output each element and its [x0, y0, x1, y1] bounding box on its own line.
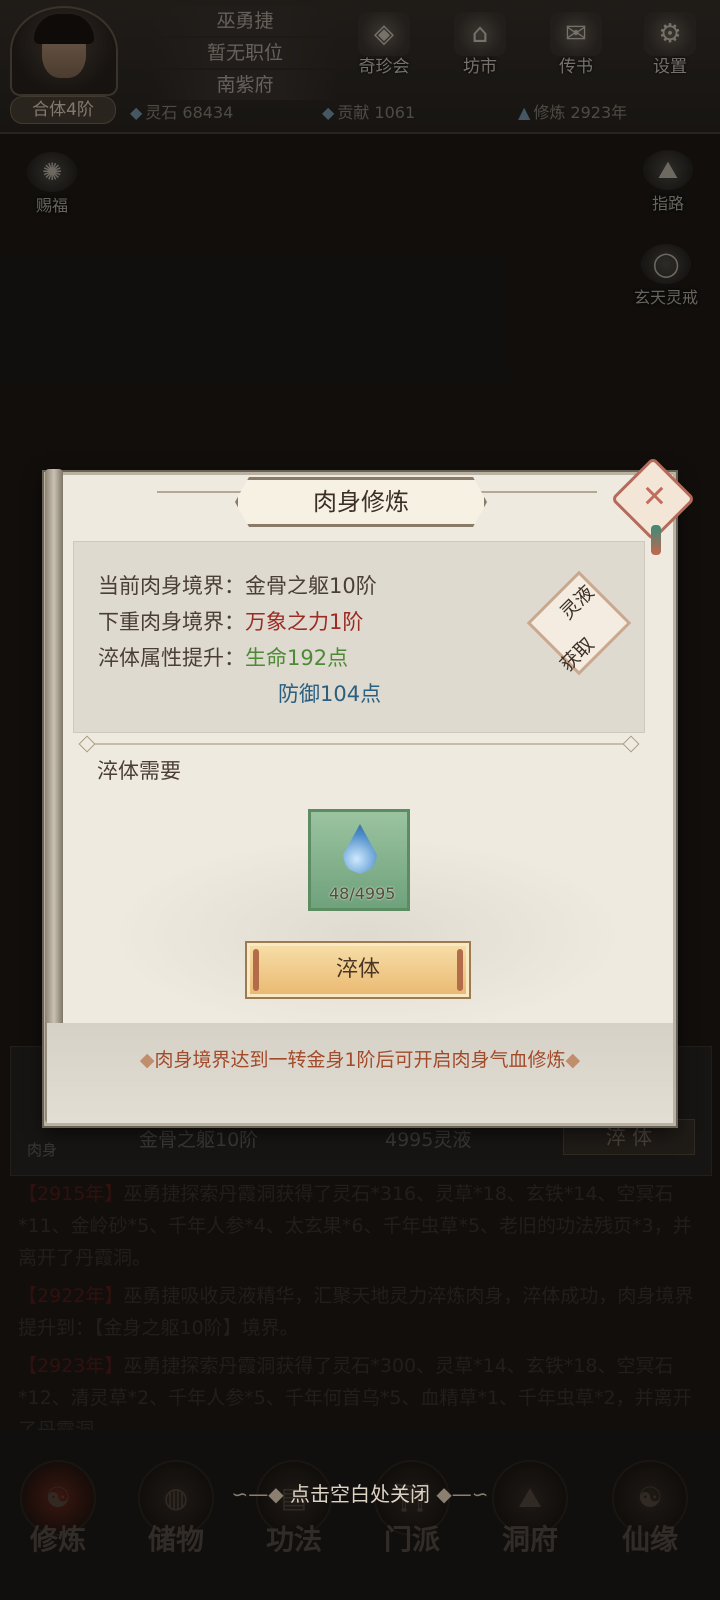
current-realm-label: 当前肉身境界： [98, 574, 245, 598]
get-liquid-label: 灵液 获取 [543, 581, 603, 675]
section-divider [85, 743, 633, 745]
attr-hp-value: 生命192点 [245, 646, 349, 670]
next-realm-label: 下重肉身境界： [98, 610, 245, 634]
get-liquid-button[interactable]: 灵液 获取 [526, 570, 632, 676]
temper-button-label: 淬体 [335, 957, 380, 982]
current-realm-row: 当前肉身境界：金骨之躯10阶 [98, 570, 377, 600]
close-hint[interactable]: ∽—◆ 点击空白处关闭 ◆—∽ [0, 1478, 720, 1507]
hint-left-ornament: ∽—◆ [231, 1482, 290, 1506]
spirit-liquid-item[interactable]: 48/4995 [308, 809, 410, 911]
get-liquid-line2: 获取 [556, 633, 599, 676]
attr-label: 淬体属性提升： [98, 646, 245, 670]
hint-right-ornament: ◆—∽ [430, 1482, 489, 1506]
attr-row: 淬体属性提升：生命192点 [98, 642, 348, 672]
item-count: 48/4995 [329, 884, 396, 903]
dialog-footer [47, 1023, 673, 1123]
realm-info-box: 当前肉身境界：金骨之躯10阶 下重肉身境界：万象之力1阶 淬体属性提升：生命19… [73, 541, 645, 733]
dialog-title: 肉身修炼 [235, 477, 487, 527]
footer-note-text: 肉身境界达到一转金身1阶后可开启肉身气血修炼 [154, 1049, 566, 1071]
divider-dot-right [622, 735, 640, 753]
temper-button[interactable]: 淬体 [245, 941, 471, 999]
next-realm-row: 下重肉身境界：万象之力1阶 [98, 606, 363, 636]
body-cultivation-dialog: 肉身修炼 ✕ 当前肉身境界：金骨之躯10阶 下重肉身境界：万象之力1阶 淬体属性… [44, 456, 696, 1126]
footer-ornament-left: ◆ [139, 1049, 155, 1071]
get-liquid-line1: 灵液 [556, 581, 599, 624]
requirement-label: 淬体需要 [97, 759, 181, 783]
footer-ornament-right: ◆ [565, 1049, 581, 1071]
button-cap-right [457, 949, 463, 991]
next-realm-value: 万象之力1阶 [245, 610, 364, 634]
attr-def-value: 防御104点 [278, 682, 382, 706]
attr-def-row: 防御104点 [278, 678, 381, 708]
close-icon: ✕ [641, 479, 667, 515]
water-drop-icon [343, 824, 377, 874]
close-hint-text: 点击空白处关闭 [290, 1482, 430, 1506]
divider-dot-left [78, 735, 96, 753]
footer-note: ◆肉身境界达到一转金身1阶后可开启肉身气血修炼◆ [47, 1045, 673, 1072]
current-realm-value: 金骨之躯10阶 [245, 574, 377, 598]
button-cap-left [253, 949, 259, 991]
tassel-ornament [651, 525, 661, 555]
